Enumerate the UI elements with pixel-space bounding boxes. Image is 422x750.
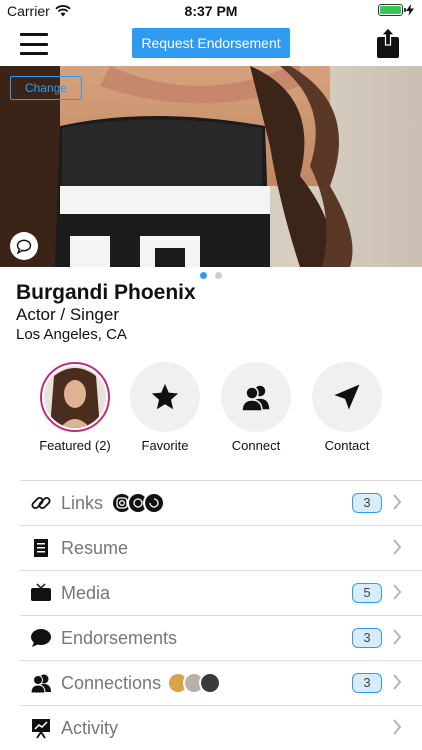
connection-avatar-3 bbox=[199, 672, 222, 694]
share-icon[interactable] bbox=[376, 27, 400, 59]
send-icon bbox=[334, 384, 360, 410]
resume-label: Resume bbox=[61, 537, 129, 558]
featured-avatar[interactable] bbox=[40, 362, 110, 432]
list-item-endorsements[interactable]: Endorsements 3 bbox=[20, 616, 422, 661]
battery-icon bbox=[378, 4, 406, 16]
tv-icon bbox=[30, 582, 52, 604]
website-icon bbox=[143, 492, 166, 514]
links-count-badge: 3 bbox=[352, 493, 382, 513]
clock: 8:37 PM bbox=[184, 3, 238, 19]
avatar bbox=[44, 366, 106, 428]
status-right bbox=[378, 4, 414, 16]
contact-button[interactable] bbox=[312, 362, 382, 432]
list-item-media[interactable]: Media 5 bbox=[20, 571, 422, 616]
favorite-button[interactable] bbox=[130, 362, 200, 432]
profile-location: Los Angeles, CA bbox=[16, 326, 127, 343]
navigation-bar: Request Endorsement bbox=[0, 22, 422, 66]
contact-label: Contact bbox=[324, 438, 370, 453]
chevron-right-icon bbox=[393, 539, 402, 555]
contact-action[interactable]: Contact bbox=[302, 362, 392, 453]
link-icon bbox=[30, 492, 52, 514]
links-label: Links bbox=[61, 492, 104, 513]
presentation-icon bbox=[30, 717, 52, 739]
chevron-right-icon bbox=[393, 674, 402, 690]
social-links bbox=[111, 492, 166, 514]
featured-label: Featured (2) bbox=[39, 438, 111, 453]
list-item-links[interactable]: Links 3 bbox=[20, 481, 422, 526]
profile-sections-list: Links 3 Resume Media 5 Endorsements 3 Co… bbox=[20, 480, 422, 750]
media-count-badge: 5 bbox=[352, 583, 382, 603]
document-icon bbox=[30, 537, 52, 559]
connect-button[interactable] bbox=[221, 362, 291, 432]
speech-bubble-icon bbox=[30, 627, 52, 649]
connect-action[interactable]: Connect bbox=[211, 362, 301, 453]
featured-action[interactable]: Featured (2) bbox=[30, 362, 120, 453]
change-photo-button[interactable]: Change bbox=[10, 76, 82, 100]
menu-icon[interactable] bbox=[20, 33, 48, 55]
charging-bolt-icon bbox=[406, 4, 414, 16]
connection-avatars bbox=[167, 672, 222, 694]
people-icon bbox=[241, 384, 271, 412]
page-indicator[interactable] bbox=[0, 272, 422, 279]
connections-count-badge: 3 bbox=[352, 673, 382, 693]
comment-icon bbox=[16, 239, 32, 254]
connections-label: Connections bbox=[61, 672, 162, 693]
page-dot-2[interactable] bbox=[215, 272, 222, 279]
profile-role: Actor / Singer bbox=[16, 305, 119, 324]
activity-label: Activity bbox=[61, 717, 119, 738]
list-item-connections[interactable]: Connections 3 bbox=[20, 661, 422, 706]
favorite-action[interactable]: Favorite bbox=[120, 362, 210, 453]
endorsements-label: Endorsements bbox=[61, 627, 178, 648]
endorsements-count-badge: 3 bbox=[352, 628, 382, 648]
star-icon bbox=[151, 383, 179, 410]
chevron-right-icon bbox=[393, 584, 402, 600]
comment-button[interactable] bbox=[10, 232, 38, 260]
list-item-resume[interactable]: Resume bbox=[20, 526, 422, 571]
list-item-activity[interactable]: Activity bbox=[20, 706, 422, 750]
profile-name: Burgandi Phoenix bbox=[16, 281, 196, 304]
media-label: Media bbox=[61, 582, 111, 603]
request-endorsement-button[interactable]: Request Endorsement bbox=[132, 28, 290, 58]
status-bar: Carrier 8:37 PM bbox=[0, 0, 422, 22]
favorite-label: Favorite bbox=[141, 438, 189, 453]
chevron-right-icon bbox=[393, 719, 402, 735]
page-dot-1[interactable] bbox=[200, 272, 207, 279]
battery-fill bbox=[380, 6, 401, 14]
people-icon bbox=[30, 672, 52, 694]
chevron-right-icon bbox=[393, 629, 402, 645]
profile-photo[interactable]: Change bbox=[0, 66, 422, 267]
chevron-right-icon bbox=[393, 494, 402, 510]
connect-label: Connect bbox=[231, 438, 281, 453]
